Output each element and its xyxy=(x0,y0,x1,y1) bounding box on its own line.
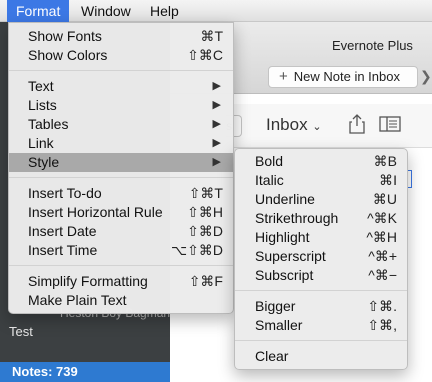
menu-item-label: Smaller xyxy=(255,317,303,333)
menu-item-insert-time[interactable]: Insert Time ⌥⇧⌘D xyxy=(9,241,233,260)
shortcut: ^⌘H xyxy=(366,229,397,245)
window-title: Evernote Plus xyxy=(332,38,413,53)
submenu-arrow-icon: ▶ xyxy=(212,99,221,111)
menu-item-label: Show Colors xyxy=(28,47,108,63)
menu-item-subscript[interactable]: Subscript ^⌘− xyxy=(235,266,407,285)
menu-item-bigger[interactable]: Bigger ⇧⌘. xyxy=(235,297,407,316)
shortcut: ⇧⌘T xyxy=(188,185,223,201)
layout-toggle-icon[interactable] xyxy=(379,116,401,137)
plus-icon: + xyxy=(279,68,288,85)
menu-separator xyxy=(9,70,233,71)
submenu-arrow-icon: ▶ xyxy=(212,80,221,92)
shortcut: ⇧⌘D xyxy=(187,223,223,239)
menu-item-label: Show Fonts xyxy=(28,28,102,44)
menu-item-label: Underline xyxy=(255,191,315,207)
submenu-arrow-icon: ▶ xyxy=(212,156,221,168)
format-menu: Show Fonts ⌘T Show Colors ⇧⌘C Text ▶ Lists ▶… xyxy=(8,22,234,314)
menu-item-label: Highlight xyxy=(255,229,310,245)
menu-item-clear[interactable]: Clear xyxy=(235,347,407,366)
menu-item-highlight[interactable]: Highlight ^⌘H xyxy=(235,228,407,247)
shortcut: ⌘T xyxy=(200,28,223,44)
menu-item-label: Tables xyxy=(28,116,69,132)
sidebar-item-test[interactable]: Test xyxy=(9,324,33,339)
menu-item-label: Text xyxy=(28,78,54,94)
menu-item-superscript[interactable]: Superscript ^⌘+ xyxy=(235,247,407,266)
shortcut: ⌘B xyxy=(373,153,397,169)
menu-item-show-colors[interactable]: Show Colors ⇧⌘C xyxy=(9,46,233,65)
notebook-label: Inbox xyxy=(266,115,308,134)
shortcut: ⇧⌘, xyxy=(367,317,397,333)
menubar-help[interactable]: Help xyxy=(141,0,188,22)
menu-separator xyxy=(235,340,407,341)
menu-item-label: Simplify Formatting xyxy=(28,273,148,289)
menu-item-style[interactable]: Style ▶ xyxy=(9,153,233,172)
menu-item-lists[interactable]: Lists ▶ xyxy=(9,96,233,115)
menu-item-simplify-formatting[interactable]: Simplify Formatting ⇧⌘F xyxy=(9,272,233,291)
menu-bar: Format Window Help xyxy=(0,0,432,22)
style-submenu: Bold ⌘B Italic ⌘I Underline ⌘U Strikethroug… xyxy=(234,148,408,370)
submenu-arrow-icon: ▶ xyxy=(212,118,221,130)
shortcut: ⌘I xyxy=(379,172,397,188)
shortcut: ⇧⌘C xyxy=(187,47,223,63)
menu-item-label: Link xyxy=(28,135,54,151)
menu-item-insert-horizontal-rule[interactable]: Insert Horizontal Rule ⇧⌘H xyxy=(9,203,233,222)
menu-item-label: Bigger xyxy=(255,298,296,314)
shortcut: ⇧⌘F xyxy=(188,273,223,289)
menubar-format[interactable]: Format xyxy=(7,0,70,22)
menu-item-strikethrough[interactable]: Strikethrough ^⌘K xyxy=(235,209,407,228)
shortcut: ⌘U xyxy=(372,191,397,207)
menu-item-show-fonts[interactable]: Show Fonts ⌘T xyxy=(9,27,233,46)
shortcut: ^⌘K xyxy=(367,210,397,226)
menu-item-text[interactable]: Text ▶ xyxy=(9,77,233,96)
menu-item-label: Clear xyxy=(255,348,289,364)
toolbar-chevron-icon[interactable]: ❯ xyxy=(420,68,432,85)
new-note-button[interactable]: + New Note in Inbox xyxy=(268,66,418,88)
menu-item-label: Strikethrough xyxy=(255,210,339,226)
menu-item-insert-date[interactable]: Insert Date ⇧⌘D xyxy=(9,222,233,241)
notebook-selector[interactable]: Inbox ⌄ xyxy=(266,115,322,135)
menu-item-label: Lists xyxy=(28,97,57,113)
chevron-down-icon: ⌄ xyxy=(312,121,322,133)
menu-item-link[interactable]: Link ▶ xyxy=(9,134,233,153)
menu-item-label: Style xyxy=(28,154,60,170)
share-icon[interactable] xyxy=(349,114,365,139)
notes-count-bar[interactable]: Notes: 739 xyxy=(0,362,170,382)
menu-separator xyxy=(9,265,233,266)
menu-item-underline[interactable]: Underline ⌘U xyxy=(235,190,407,209)
menu-item-label: Bold xyxy=(255,153,284,169)
menu-item-smaller[interactable]: Smaller ⇧⌘, xyxy=(235,316,407,335)
shortcut: ⇧⌘H xyxy=(187,204,223,220)
menu-item-insert-todo[interactable]: Insert To-do ⇧⌘T xyxy=(9,184,233,203)
menu-item-bold[interactable]: Bold ⌘B xyxy=(235,152,407,171)
shortcut: ^⌘+ xyxy=(368,248,397,264)
menu-item-label: Subscript xyxy=(255,267,314,283)
new-note-label: New Note in Inbox xyxy=(293,69,400,84)
submenu-arrow-icon: ▶ xyxy=(212,137,221,149)
menu-item-label: Insert To-do xyxy=(28,185,102,201)
menu-item-label: Insert Time xyxy=(28,242,98,258)
menu-separator xyxy=(9,177,233,178)
menu-item-label: Superscript xyxy=(255,248,326,264)
menu-separator xyxy=(235,290,407,291)
shortcut: ⌥⇧⌘D xyxy=(171,242,223,258)
menu-item-label: Make Plain Text xyxy=(28,292,127,308)
shortcut: ⇧⌘. xyxy=(367,298,397,314)
menubar-window[interactable]: Window xyxy=(72,0,140,22)
editor-focus-edge xyxy=(408,170,412,188)
shortcut: ^⌘− xyxy=(368,267,397,283)
menu-item-tables[interactable]: Tables ▶ xyxy=(9,115,233,134)
menu-item-label: Insert Horizontal Rule xyxy=(28,204,163,220)
menu-item-italic[interactable]: Italic ⌘I xyxy=(235,171,407,190)
menu-item-label: Insert Date xyxy=(28,223,97,239)
menu-item-label: Italic xyxy=(255,172,284,188)
menu-item-make-plain-text[interactable]: Make Plain Text xyxy=(9,291,233,310)
